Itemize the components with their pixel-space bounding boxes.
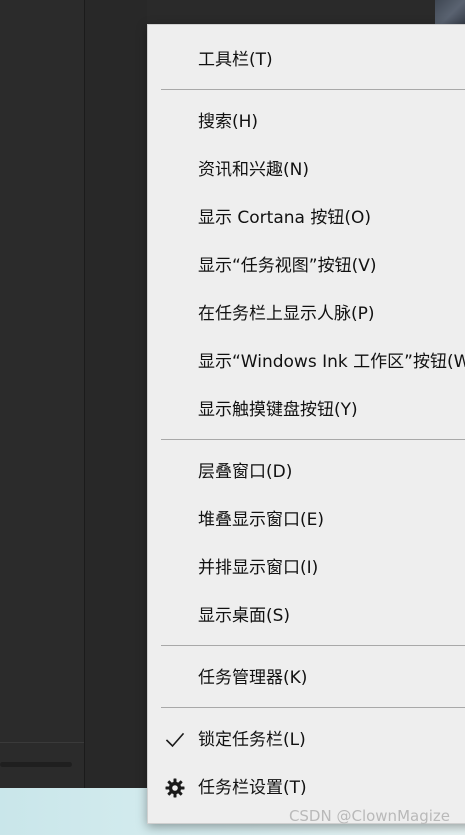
menu-item-toolbars[interactable]: 工具栏(T) — [148, 37, 465, 83]
menu-item-lock-taskbar[interactable]: 锁定任务栏(L) — [148, 717, 465, 763]
background-window-left — [0, 0, 84, 788]
menu-item-show-touch-keyboard-button[interactable]: 显示触摸键盘按钮(Y) — [148, 387, 465, 433]
menu-item-show-desktop[interactable]: 显示桌面(S) — [148, 593, 465, 639]
menu-item-stack-windows[interactable]: 堆叠显示窗口(E) — [148, 497, 465, 543]
menu-separator — [161, 645, 465, 646]
menu-item-side-by-side-windows[interactable]: 并排显示窗口(I) — [148, 545, 465, 591]
checkmark-icon — [164, 729, 186, 751]
menu-item-show-task-view-button[interactable]: 显示“任务视图”按钮(V) — [148, 243, 465, 289]
menu-item-taskbar-settings[interactable]: 任务栏设置(T) — [148, 765, 465, 811]
menu-separator — [161, 707, 465, 708]
menu-item-label: 显示“任务视图”按钮(V) — [198, 256, 377, 276]
gear-icon — [164, 777, 186, 799]
menu-item-label: 并排显示窗口(I) — [198, 558, 319, 578]
menu-item-label: 工具栏(T) — [198, 50, 273, 70]
menu-item-cascade-windows[interactable]: 层叠窗口(D) — [148, 449, 465, 495]
menu-separator — [161, 89, 465, 90]
menu-item-show-windows-ink-button[interactable]: 显示“Windows Ink 工作区”按钮(W) — [148, 339, 465, 385]
menu-item-label: 显示“Windows Ink 工作区”按钮(W) — [198, 352, 465, 372]
background-scrollbar[interactable] — [0, 762, 72, 767]
menu-item-search[interactable]: 搜索(H) — [148, 99, 465, 145]
menu-item-show-people[interactable]: 在任务栏上显示人脉(P) — [148, 291, 465, 337]
menu-item-task-manager[interactable]: 任务管理器(K) — [148, 655, 465, 701]
background-window-line — [0, 742, 84, 743]
menu-item-show-cortana-button[interactable]: 显示 Cortana 按钮(O) — [148, 195, 465, 241]
watermark: CSDN @ClownMagize — [288, 807, 450, 825]
menu-item-label: 锁定任务栏(L) — [198, 730, 306, 750]
menu-item-label: 显示触摸键盘按钮(Y) — [198, 400, 358, 420]
menu-item-label: 堆叠显示窗口(E) — [198, 510, 325, 530]
menu-item-label: 任务管理器(K) — [198, 668, 308, 688]
menu-separator — [161, 439, 465, 440]
background-window-panel — [85, 0, 147, 788]
menu-item-label: 资讯和兴趣(N) — [198, 160, 309, 180]
menu-item-label: 在任务栏上显示人脉(P) — [198, 304, 375, 324]
taskbar-context-menu: 工具栏(T) 搜索(H) 资讯和兴趣(N) 显示 Cortana 按钮(O) 显… — [147, 24, 465, 824]
menu-item-label: 层叠窗口(D) — [198, 462, 293, 482]
menu-item-label: 搜索(H) — [198, 112, 259, 132]
menu-item-label: 显示桌面(S) — [198, 606, 291, 626]
menu-item-label: 显示 Cortana 按钮(O) — [198, 208, 371, 228]
menu-item-label: 任务栏设置(T) — [198, 778, 307, 798]
menu-item-news-and-interests[interactable]: 资讯和兴趣(N) — [148, 147, 465, 193]
